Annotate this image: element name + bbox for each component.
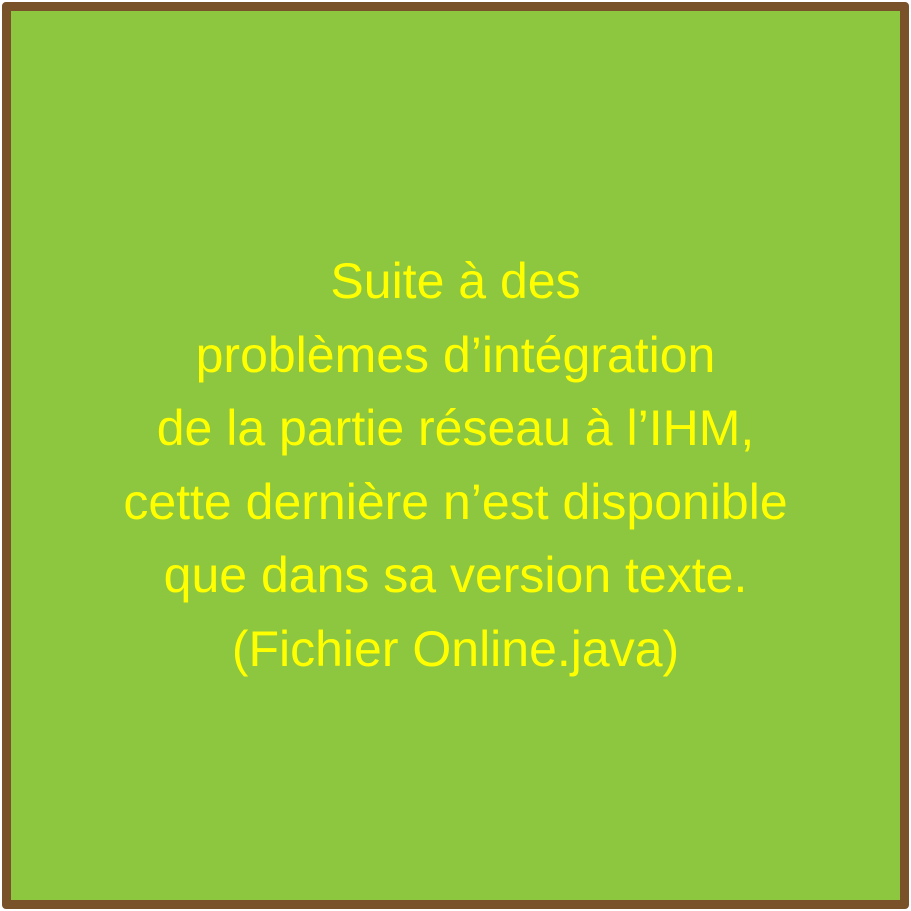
notice-line-2: problèmes d’intégration xyxy=(195,326,716,383)
notice-line-5: que dans sa version texte. xyxy=(163,547,748,603)
notice-panel: Suite à des problèmes d’intégration de l… xyxy=(2,2,909,909)
notice-message: Suite à des problèmes d’intégration de l… xyxy=(11,245,900,686)
notice-line-4: cette dernière n’est disponible xyxy=(123,473,788,530)
notice-line-6: (Fichier Online.java) xyxy=(231,620,680,677)
notice-line-3: de la partie réseau à l’IHM, xyxy=(156,400,755,456)
notice-line-1: Suite à des xyxy=(330,253,581,309)
